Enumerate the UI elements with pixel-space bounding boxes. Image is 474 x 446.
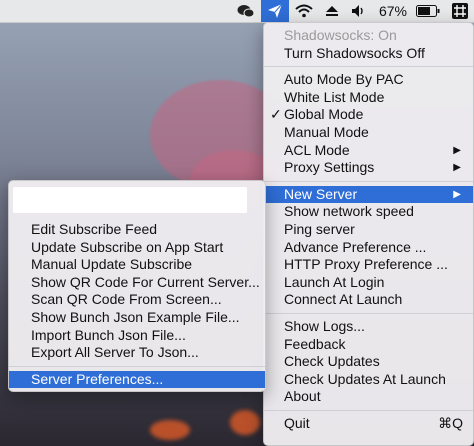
separator [9,365,265,367]
wechat-icon[interactable] [231,0,261,22]
checkmark-icon: ✓ [270,106,282,123]
quit-shortcut: ⌘Q [438,414,463,431]
about-item[interactable]: About [264,388,473,406]
edit-subscribe-feed-item[interactable]: Edit Subscribe Feed [9,221,265,239]
connect-at-launch-item[interactable]: Connect At Launch [264,291,473,309]
manual-mode-item[interactable]: Manual Mode [264,124,473,142]
grid-app-icon[interactable] [446,0,474,22]
submenu-arrow-icon: ▶ [453,144,461,156]
show-network-speed-item[interactable]: Show network speed [264,203,473,221]
submenu-arrow-icon: ▶ [453,188,461,200]
server-preferences-item[interactable]: Server Preferences... [9,370,265,389]
white-list-mode-item[interactable]: White List Mode [264,89,473,107]
server-search-field[interactable] [13,187,247,213]
battery-icon[interactable] [410,0,446,22]
check-updates-at-launch-item[interactable]: Check Updates At Launch [264,371,473,389]
global-mode-item[interactable]: ✓ Global Mode [264,106,473,124]
separator [264,312,473,314]
launch-at-login-item[interactable]: Launch At Login [264,274,473,292]
new-server-label: New Server [284,185,358,202]
proxy-settings-label: Proxy Settings [284,159,375,176]
ping-server-item[interactable]: Ping server [264,221,473,239]
separator [264,180,473,182]
eject-icon[interactable] [319,0,345,22]
show-logs-item[interactable]: Show Logs... [264,318,473,336]
separator [264,66,473,68]
proxy-settings-item[interactable]: Proxy Settings ▶ [264,159,473,177]
shadowsocks-menu: Shadowsocks: On Turn Shadowsocks Off Aut… [263,22,474,446]
show-qr-code-item[interactable]: Show QR Code For Current Server... [9,274,265,292]
show-bunch-json-example-item[interactable]: Show Bunch Json Example File... [9,309,265,327]
volume-icon[interactable] [345,0,373,22]
export-all-server-item[interactable]: Export All Server To Json... [9,344,265,362]
battery-percent[interactable]: 67% [373,0,410,22]
auto-mode-pac-item[interactable]: Auto Mode By PAC [264,71,473,89]
wifi-icon[interactable] [289,0,319,22]
shadowsocks-plane-icon[interactable] [260,0,289,22]
quit-item[interactable]: Quit ⌘Q [264,415,473,433]
separator [264,409,473,411]
check-updates-item[interactable]: Check Updates [264,353,473,371]
global-mode-label: Global Mode [284,106,364,123]
http-proxy-preference-item[interactable]: HTTP Proxy Preference ... [264,256,473,274]
manual-update-subscribe-item[interactable]: Manual Update Subscribe [9,256,265,274]
acl-mode-item[interactable]: ACL Mode ▶ [264,142,473,160]
update-subscribe-on-start-item[interactable]: Update Subscribe on App Start [9,239,265,257]
server-submenu: Edit Subscribe Feed Update Subscribe on … [8,180,266,392]
advance-preference-item[interactable]: Advance Preference ... [264,239,473,257]
import-bunch-json-item[interactable]: Import Bunch Json File... [9,327,265,345]
toggle-shadowsocks-item[interactable]: Turn Shadowsocks Off [264,45,473,63]
status-label: Shadowsocks: On [284,27,397,43]
quit-label: Quit [284,414,310,431]
submenu-arrow-icon: ▶ [453,162,461,174]
menu-bar: 67% [0,0,474,23]
new-server-item[interactable]: New Server ▶ [264,185,473,204]
acl-mode-label: ACL Mode [284,141,350,158]
scan-qr-code-item[interactable]: Scan QR Code From Screen... [9,291,265,309]
feedback-item[interactable]: Feedback [264,336,473,354]
